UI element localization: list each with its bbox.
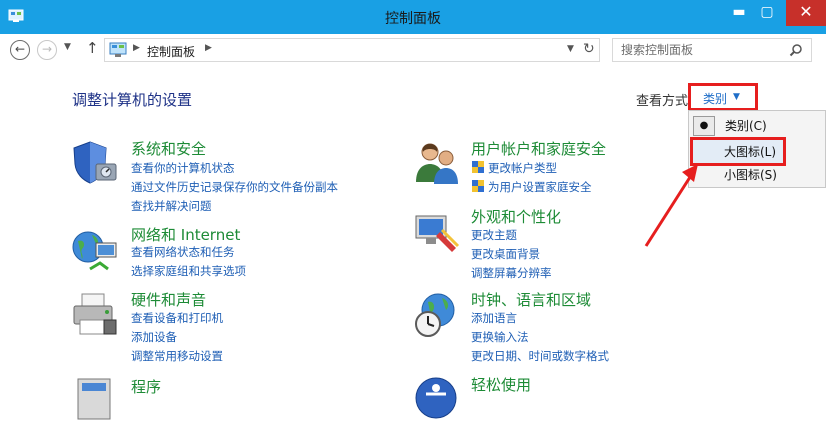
link-view-computer-status[interactable]: 查看你的计算机状态 [131, 160, 235, 176]
link-change-desktop-background[interactable]: 更改桌面背景 [471, 246, 540, 262]
close-button[interactable]: ✕ [786, 0, 826, 26]
menu-item-category[interactable]: ● 类别(C) [689, 113, 826, 137]
category-hardware-sound[interactable]: 硬件和声音 [131, 289, 206, 310]
link-file-history[interactable]: 通过文件历史记录保存你的文件备份副本 [131, 179, 338, 195]
window-title: 控制面板 [385, 11, 441, 27]
menu-item-label: 小图标(S) [724, 168, 777, 182]
security-shield-icon[interactable] [70, 138, 120, 188]
recent-locations-chevron-icon[interactable]: ▼ [64, 42, 71, 52]
search-box[interactable] [612, 38, 812, 62]
view-by-value: 类别 [703, 92, 728, 106]
ease-of-access-icon[interactable] [412, 374, 462, 424]
search-input[interactable] [613, 39, 785, 61]
category-network-internet[interactable]: 网络和 Internet [131, 224, 240, 245]
link-date-time-format[interactable]: 更改日期、时间或数字格式 [471, 348, 609, 364]
view-by-button[interactable]: 类别 ▼ [688, 83, 758, 111]
breadcrumb-chevron-icon[interactable]: ▶ [133, 43, 140, 53]
link-add-language[interactable]: 添加语言 [471, 310, 517, 326]
uac-shield-icon [472, 180, 484, 192]
link-screen-resolution[interactable]: 调整屏幕分辨率 [471, 265, 552, 281]
link-network-status[interactable]: 查看网络状态和任务 [131, 244, 235, 260]
navigation-bar: ← → ▼ ↑ ▶ 控制面板 ▶ ▼ ↻ [0, 34, 826, 66]
link-change-input-method[interactable]: 更换输入法 [471, 329, 529, 345]
breadcrumb[interactable]: 控制面板 [147, 43, 195, 60]
view-by-label: 查看方式: [636, 94, 693, 109]
clock-globe-icon[interactable] [412, 290, 462, 340]
category-programs[interactable]: 程序 [131, 376, 161, 397]
category-user-accounts[interactable]: 用户帐户和家庭安全 [471, 138, 606, 159]
minimize-button[interactable]: ▬ [728, 0, 750, 26]
menu-item-label: 类别(C) [725, 119, 767, 133]
users-icon[interactable] [412, 138, 462, 188]
address-bar[interactable]: ▶ 控制面板 ▶ ▼ ↻ [104, 38, 600, 62]
category-system-security[interactable]: 系统和安全 [131, 138, 206, 159]
link-devices-printers[interactable]: 查看设备和打印机 [131, 310, 223, 326]
printer-icon[interactable] [70, 290, 120, 340]
category-ease-of-access[interactable]: 轻松使用 [471, 374, 531, 395]
link-change-account-type[interactable]: 更改帐户类型 [488, 160, 557, 176]
back-arrow-icon[interactable]: ← [10, 40, 30, 60]
up-arrow-icon[interactable]: ↑ [86, 39, 99, 57]
breadcrumb-chevron-icon[interactable]: ▶ [205, 43, 212, 53]
search-icon[interactable] [789, 43, 803, 57]
link-family-safety[interactable]: 为用户设置家庭安全 [488, 179, 592, 195]
menu-item-label: 大图标(L) [724, 145, 777, 159]
title-bar: 控制面板 ▬ ▢ ✕ [0, 0, 826, 34]
programs-icon[interactable] [70, 375, 120, 425]
category-clock-language-region[interactable]: 时钟、语言和区域 [471, 289, 591, 310]
uac-shield-icon [472, 161, 484, 173]
page-title: 调整计算机的设置 [72, 91, 193, 109]
link-add-device[interactable]: 添加设备 [131, 329, 177, 345]
category-appearance[interactable]: 外观和个性化 [471, 206, 561, 227]
caret-down-icon: ▼ [733, 92, 740, 102]
network-globe-icon[interactable] [70, 225, 120, 275]
link-change-theme[interactable]: 更改主题 [471, 227, 517, 243]
selected-bullet-icon: ● [693, 116, 715, 136]
refresh-icon[interactable]: ↻ [583, 41, 595, 57]
maximize-button[interactable]: ▢ [756, 0, 778, 26]
link-troubleshoot[interactable]: 查找并解决问题 [131, 198, 212, 214]
appearance-monitor-icon[interactable] [412, 208, 462, 258]
forward-arrow-icon[interactable]: → [37, 40, 57, 60]
menu-item-small-icons[interactable]: 小图标(S) [688, 162, 826, 186]
link-homegroup[interactable]: 选择家庭组和共享选项 [131, 263, 246, 279]
control-panel-icon [109, 42, 127, 57]
address-dropdown-chevron-icon[interactable]: ▼ [567, 44, 574, 54]
link-mobility-settings[interactable]: 调整常用移动设置 [131, 348, 223, 364]
